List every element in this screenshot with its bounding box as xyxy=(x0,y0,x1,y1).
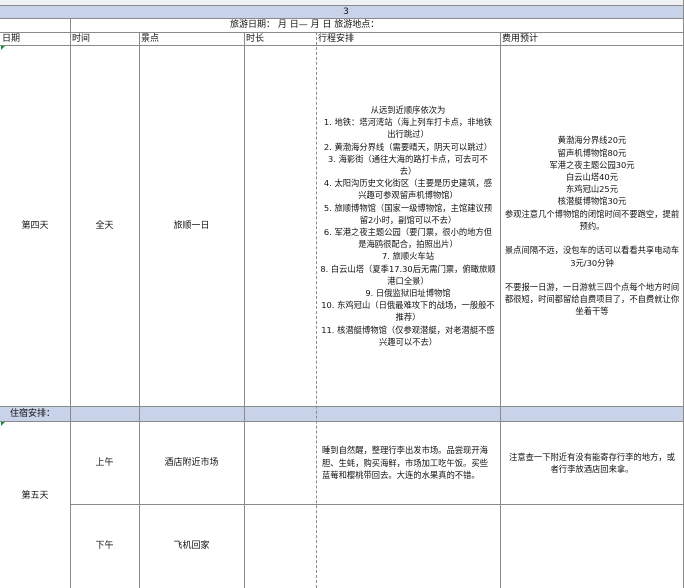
grid-line xyxy=(0,32,684,33)
day4-label: 第四天 xyxy=(21,220,49,231)
header-row: 日期 时间 景点 时长 行程安排 费用预计 xyxy=(0,33,684,45)
day5-morning-spot: 酒店附近市场 xyxy=(164,457,219,468)
grid-line xyxy=(70,504,684,505)
day5-afternoon-time: 下午 xyxy=(95,541,114,551)
grid-line xyxy=(0,421,684,422)
day4-itinerary: 从远到近顺序依次为 1. 地铁：塔河湾站（海上列车打卡点，非地铁出行跳过） 2.… xyxy=(320,104,496,347)
day5-morning-cost: 注意查一下附近有没有能寄存行李的地方，或者行李放酒店回来拿。 xyxy=(509,451,675,475)
comment-marker-icon xyxy=(1,46,5,50)
grid-line xyxy=(500,32,501,588)
header-cost: 费用预计 xyxy=(502,34,539,44)
header-itinerary: 行程安排 xyxy=(318,34,355,44)
grid-line xyxy=(244,32,245,588)
day5-morning-time: 上午 xyxy=(95,457,114,468)
day5-afternoon-spot: 飞机回家 xyxy=(173,541,210,551)
header-spot: 景点 xyxy=(141,34,160,44)
grid-line xyxy=(0,18,684,19)
header-duration: 时长 xyxy=(246,34,265,44)
grid-line xyxy=(0,45,684,46)
travel-date-line: 旅游日期： 月 日— 月 日 旅游地点： xyxy=(230,20,380,30)
grid-line xyxy=(0,5,684,6)
stay-label: 住宿安排： xyxy=(10,408,56,419)
day5-label: 第五天 xyxy=(21,490,49,501)
grid-line xyxy=(70,18,71,588)
day4-cost: 黄渤海分界线20元 留声机博物馆80元 军港之夜主题公园30元 白云山塔40元 … xyxy=(504,135,680,317)
comment-marker-icon xyxy=(1,422,5,426)
header-time: 时间 xyxy=(72,34,91,44)
header-date: 日期 xyxy=(2,34,21,44)
grid-line xyxy=(139,32,140,588)
grid-line xyxy=(316,32,318,588)
day4-spot: 旅顺一日 xyxy=(173,220,210,231)
day4-time: 全天 xyxy=(95,220,114,231)
grid-line xyxy=(0,406,684,407)
day5-morning-itinerary: 睡到自然醒，整理行李出发市场。品尝现开海胆、生蚝，购买海鲜，市场加工吃午饭。买些… xyxy=(322,445,488,481)
page-number: 3 xyxy=(343,6,349,17)
